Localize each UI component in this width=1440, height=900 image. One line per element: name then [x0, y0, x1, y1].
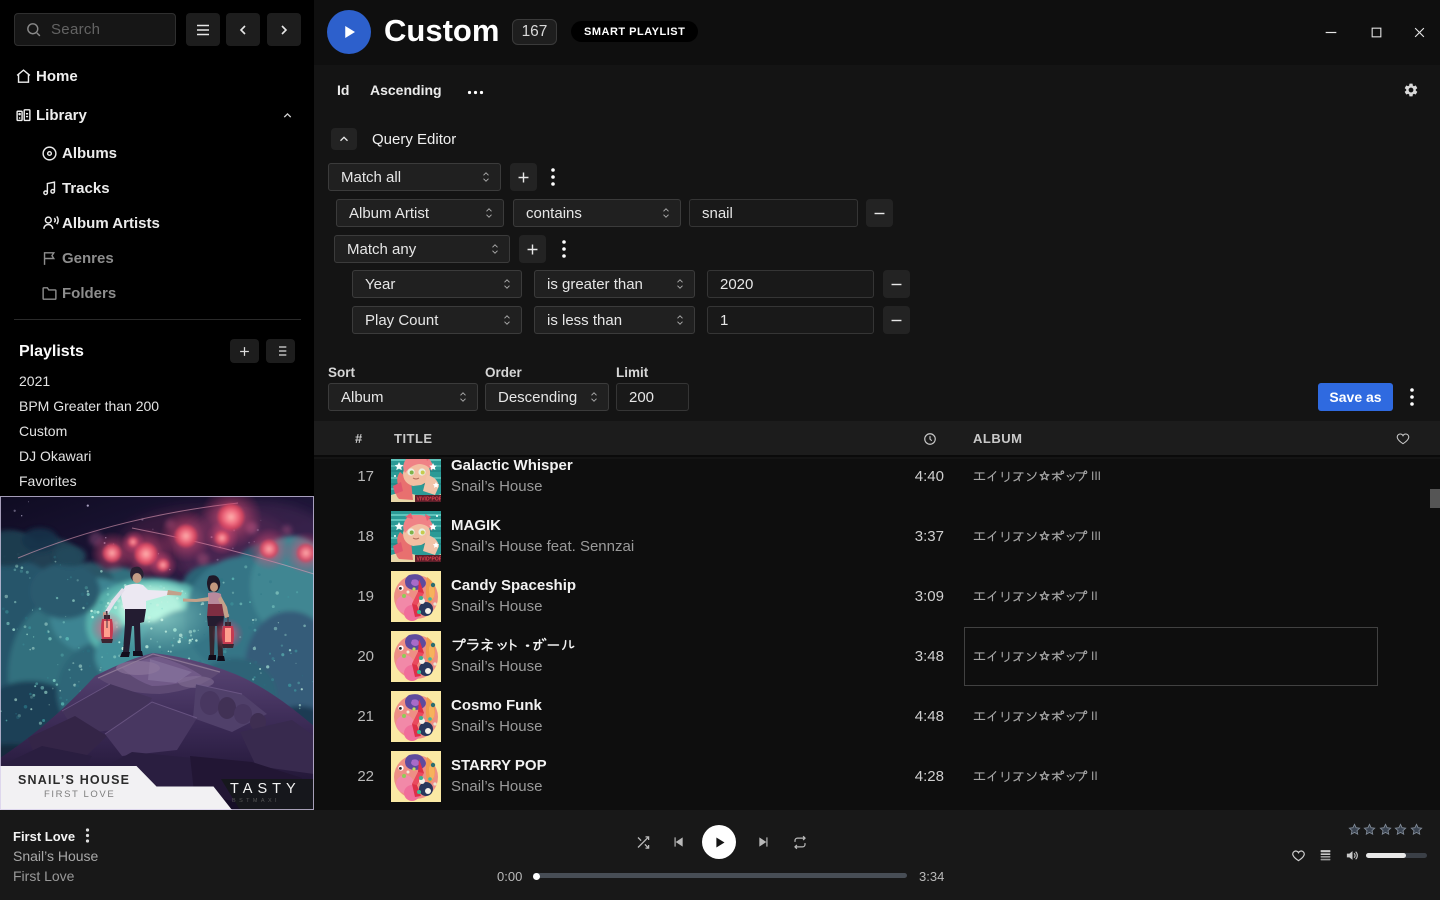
svg-text:VIVID*POP!: VIVID*POP!: [417, 557, 442, 563]
svg-text:FIRST LOVE: FIRST LOVE: [44, 789, 115, 800]
svg-text:III: III: [1091, 529, 1101, 543]
svg-text:II: II: [1091, 709, 1098, 723]
svg-text:III: III: [1091, 469, 1101, 483]
svg-text:II: II: [1091, 769, 1098, 783]
svg-text:BSTMAXI: BSTMAXI: [232, 798, 280, 804]
svg-text:II: II: [1091, 589, 1098, 603]
svg-text:VIVID*POP!: VIVID*POP!: [417, 497, 442, 503]
svg-text:TASTY: TASTY: [230, 781, 301, 797]
svg-text:SNAIL’S HOUSE: SNAIL’S HOUSE: [18, 773, 130, 787]
